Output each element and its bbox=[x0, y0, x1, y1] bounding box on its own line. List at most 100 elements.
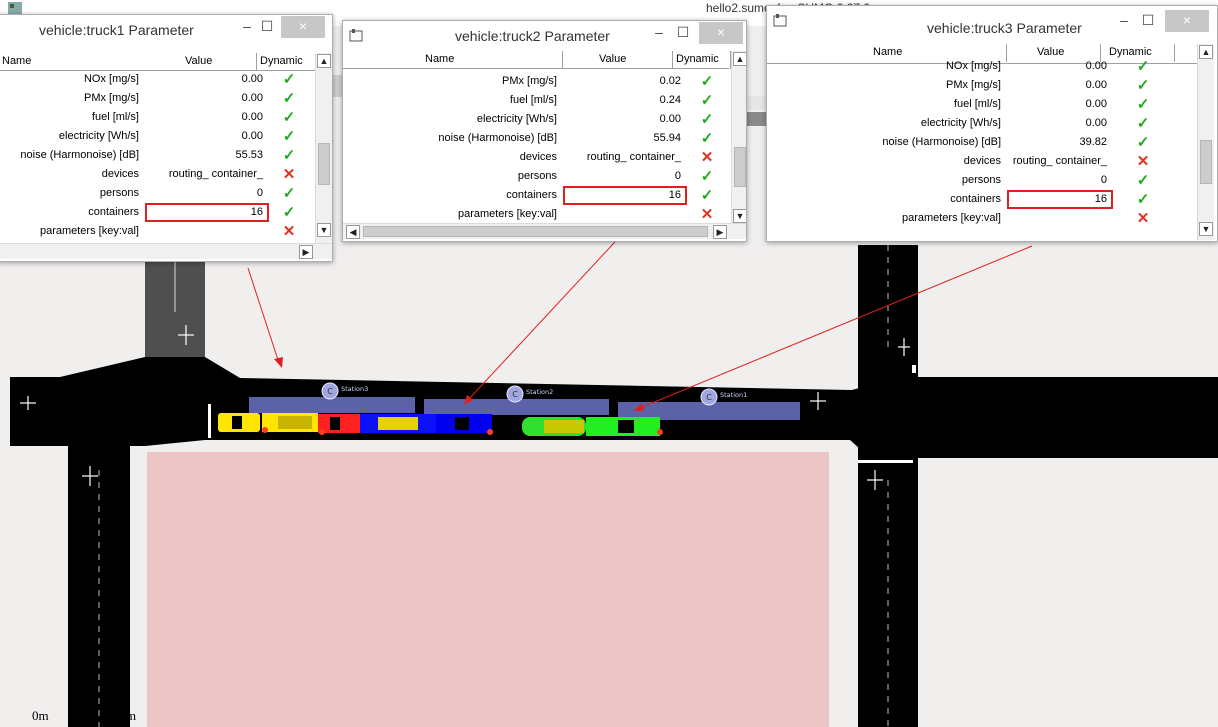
scroll-left-button[interactable]: ◀ bbox=[346, 225, 360, 239]
table-row[interactable]: parameters [key:val] ✕ bbox=[767, 209, 1200, 228]
minimize-button[interactable]: – bbox=[1113, 10, 1135, 32]
container-stop-3[interactable] bbox=[249, 397, 415, 413]
scroll-up-button[interactable]: ▲ bbox=[733, 52, 746, 66]
checkmark-icon: ✓ bbox=[700, 73, 714, 90]
window-titlebar[interactable]: vehicle:truck1 Parameter – ☐ × bbox=[0, 15, 332, 45]
header-dynamic[interactable]: Dynamic bbox=[673, 51, 731, 69]
table-row[interactable]: fuel [ml/s] 0.00 ✓ bbox=[767, 95, 1200, 114]
road-main bbox=[10, 357, 1218, 458]
param-table[interactable]: NOx [mg/s] 0.00 ✓ PMx [mg/s] 0.00 ✓ fuel [ml/s… bbox=[767, 57, 1200, 228]
maximize-button[interactable]: ☐ bbox=[257, 16, 277, 38]
param-value: 0.00 bbox=[241, 111, 263, 123]
minimize-button[interactable]: – bbox=[237, 16, 257, 38]
param-value: 0.00 bbox=[241, 92, 263, 104]
table-row[interactable]: persons 0 ✓ bbox=[767, 171, 1200, 190]
table-header[interactable]: Name Value Dynamic bbox=[0, 53, 317, 71]
table-row[interactable]: fuel [ml/s] 0.00 ✓ bbox=[0, 108, 315, 127]
table-row[interactable]: devices routing_ container_ ✕ bbox=[767, 152, 1200, 171]
table-row[interactable]: electricity [Wh/s] 0.00 ✓ bbox=[767, 114, 1200, 133]
checkmark-icon: ✓ bbox=[700, 111, 714, 128]
param-window-truck3[interactable]: vehicle:truck3 Parameter – ☐ × Name Valu… bbox=[766, 5, 1218, 242]
close-button[interactable]: × bbox=[699, 22, 743, 44]
scroll-down-button[interactable]: ▼ bbox=[317, 223, 331, 237]
header-value[interactable]: Value bbox=[145, 53, 257, 71]
table-header[interactable]: Name Value Dynamic bbox=[343, 51, 731, 69]
param-table[interactable]: PMx [mg/s] 0.02 ✓ fuel [ml/s] 0.24 ✓ electrici… bbox=[343, 72, 729, 224]
param-value: routing_ container_ bbox=[1012, 155, 1107, 167]
close-button[interactable]: × bbox=[1165, 10, 1209, 32]
vertical-scrollbar[interactable]: ▲ ▼ bbox=[731, 51, 746, 225]
param-name: noise (Harmonoise) [dB] bbox=[20, 149, 139, 161]
header-name[interactable]: Name bbox=[343, 51, 563, 69]
scroll-thumb[interactable] bbox=[734, 147, 746, 187]
header-dynamic[interactable]: Dynamic bbox=[257, 53, 317, 71]
table-row[interactable]: containers 16 ✓ bbox=[767, 190, 1200, 209]
param-value: 0.00 bbox=[1085, 98, 1107, 110]
table-row[interactable]: noise (Harmonoise) [dB] 55.53 ✓ bbox=[0, 146, 315, 165]
scroll-down-button[interactable]: ▼ bbox=[733, 209, 746, 223]
param-table[interactable]: NOx [mg/s] 0.00 ✓ PMx [mg/s] 0.00 ✓ fuel [ml/s… bbox=[0, 70, 315, 241]
vehicle-truck2[interactable] bbox=[360, 414, 493, 435]
scroll-down-button[interactable]: ▼ bbox=[1199, 222, 1213, 236]
param-window-truck1[interactable]: vehicle:truck1 Parameter – ☐ × Name Valu… bbox=[0, 14, 333, 262]
minimize-button[interactable]: – bbox=[649, 22, 669, 44]
param-value: 0.24 bbox=[659, 94, 681, 106]
param-name: devices bbox=[519, 151, 557, 163]
param-value bbox=[145, 222, 269, 241]
param-name: persons bbox=[99, 187, 139, 199]
h-scroll-thumb[interactable] bbox=[363, 226, 708, 237]
table-row[interactable]: devices routing_ container_ ✕ bbox=[343, 148, 729, 167]
table-row[interactable]: containers 16 ✓ bbox=[343, 186, 729, 205]
building-polygon[interactable] bbox=[147, 452, 829, 727]
horizontal-scrollbar[interactable]: ▶ bbox=[0, 243, 332, 259]
maximize-button[interactable]: ☐ bbox=[1137, 10, 1159, 32]
stop-line bbox=[912, 365, 916, 373]
table-row[interactable]: noise (Harmonoise) [dB] 39.82 ✓ bbox=[767, 133, 1200, 152]
table-row[interactable]: persons 0 ✓ bbox=[343, 167, 729, 186]
param-window-truck2[interactable]: vehicle:truck2 Parameter – ☐ × Name Valu… bbox=[342, 20, 747, 242]
table-row[interactable]: PMx [mg/s] 0.00 ✓ bbox=[767, 76, 1200, 95]
table-row[interactable]: PMx [mg/s] 0.02 ✓ bbox=[343, 72, 729, 91]
window-titlebar[interactable]: vehicle:truck3 Parameter – ☐ × bbox=[767, 6, 1217, 36]
param-name: electricity [Wh/s] bbox=[58, 130, 139, 142]
param-value bbox=[563, 205, 687, 224]
vehicle-truck1[interactable] bbox=[218, 413, 318, 433]
table-row[interactable]: parameters [key:val] ✕ bbox=[0, 222, 315, 241]
horizontal-scrollbar[interactable]: ◀ ▶ bbox=[343, 223, 746, 239]
param-value bbox=[1007, 209, 1113, 228]
header-value[interactable]: Value bbox=[563, 51, 673, 69]
table-row[interactable]: persons 0 ✓ bbox=[0, 184, 315, 203]
param-name: fuel [ml/s] bbox=[953, 98, 1001, 110]
scroll-thumb[interactable] bbox=[318, 143, 330, 185]
table-row[interactable]: parameters [key:val] ✕ bbox=[343, 205, 729, 224]
table-row[interactable]: electricity [Wh/s] 0.00 ✓ bbox=[0, 127, 315, 146]
scroll-right-button[interactable]: ▶ bbox=[713, 225, 727, 239]
checkmark-icon: ✓ bbox=[1136, 77, 1150, 94]
table-row[interactable]: containers 16 ✓ bbox=[0, 203, 315, 222]
cross-icon: ✕ bbox=[282, 166, 296, 183]
table-row[interactable]: noise (Harmonoise) [dB] 55.94 ✓ bbox=[343, 129, 729, 148]
scroll-right-button[interactable]: ▶ bbox=[299, 245, 313, 259]
table-row[interactable]: fuel [ml/s] 0.24 ✓ bbox=[343, 91, 729, 110]
maximize-button[interactable]: ☐ bbox=[673, 22, 693, 44]
scroll-up-button[interactable]: ▲ bbox=[1199, 45, 1213, 59]
checkmark-icon: ✓ bbox=[700, 187, 714, 204]
scroll-up-button[interactable]: ▲ bbox=[317, 54, 331, 68]
sumo-app-icon bbox=[8, 2, 22, 14]
header-name[interactable]: Name bbox=[0, 53, 145, 71]
table-row[interactable]: PMx [mg/s] 0.00 ✓ bbox=[0, 89, 315, 108]
vehicle-truck3[interactable] bbox=[522, 417, 663, 436]
table-row[interactable]: electricity [Wh/s] 0.00 ✓ bbox=[343, 110, 729, 129]
param-value: 0.02 bbox=[659, 75, 681, 87]
scroll-thumb[interactable] bbox=[1200, 140, 1212, 184]
vehicle-container-red[interactable] bbox=[318, 414, 362, 435]
table-row[interactable]: NOx [mg/s] 0.00 ✓ bbox=[0, 70, 315, 89]
table-row[interactable]: NOx [mg/s] 0.00 ✓ bbox=[767, 57, 1200, 76]
close-button[interactable]: × bbox=[281, 16, 325, 38]
table-row[interactable]: devices routing_ container_ ✕ bbox=[0, 165, 315, 184]
vertical-scrollbar[interactable]: ▲ ▼ bbox=[315, 53, 332, 243]
window-titlebar[interactable]: vehicle:truck2 Parameter – ☐ × bbox=[343, 21, 746, 51]
checkmark-icon: ✓ bbox=[282, 128, 296, 145]
vertical-scrollbar[interactable]: ▲ ▼ bbox=[1197, 44, 1214, 240]
param-name: electricity [Wh/s] bbox=[920, 117, 1001, 129]
